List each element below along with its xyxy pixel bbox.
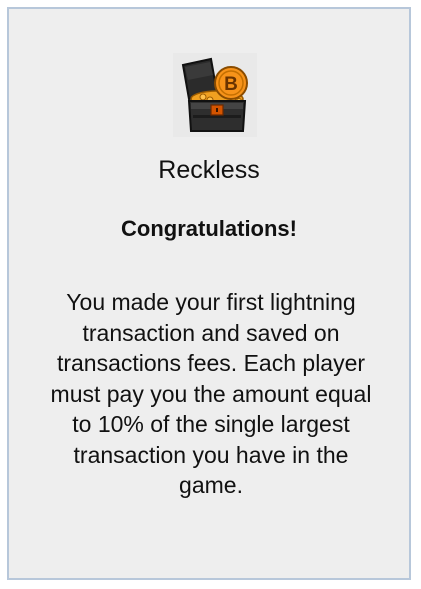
treasure-chest-bitcoin-icon: B xyxy=(173,53,257,137)
card-title: Reckless xyxy=(158,156,260,184)
svg-text:B: B xyxy=(224,74,238,95)
card-description: You made your first lightning transactio… xyxy=(50,289,372,498)
card-heading: Congratulations! xyxy=(121,216,297,241)
game-card: B Reckless Congratulations! You made you… xyxy=(7,7,411,580)
